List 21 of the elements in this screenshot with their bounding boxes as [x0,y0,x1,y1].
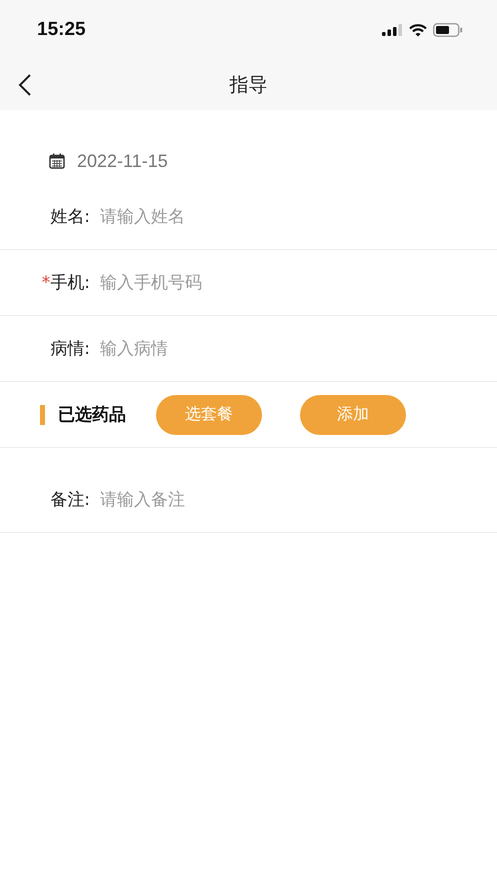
field-label: 病情: [50,338,90,360]
field-label: 姓名: [50,206,90,228]
field-label: 手机: [50,272,90,294]
wifi-icon [409,24,427,36]
action-button[interactable]: 选套餐 [156,394,262,434]
input-field[interactable]: 请输入姓名 [100,206,477,226]
back-icon[interactable] [18,74,32,96]
status-time: 15:25 [37,19,86,41]
signal-icon [382,24,403,36]
battery-icon [433,23,463,37]
field-label: 备注: [50,489,90,511]
date-text[interactable]: 2022-11-15 [77,150,168,172]
section-title: 已选药品 [58,404,127,426]
input-field[interactable]: 输入病情 [100,338,477,358]
required-mark: * [42,272,50,292]
section-marker [40,404,45,424]
calendar-icon[interactable] [49,153,65,169]
page-title: 指导 [230,73,268,98]
input-field[interactable]: 输入手机号码 [100,272,477,292]
input-field[interactable]: 请输入备注 [100,490,477,510]
action-button[interactable]: 添加 [300,394,406,434]
